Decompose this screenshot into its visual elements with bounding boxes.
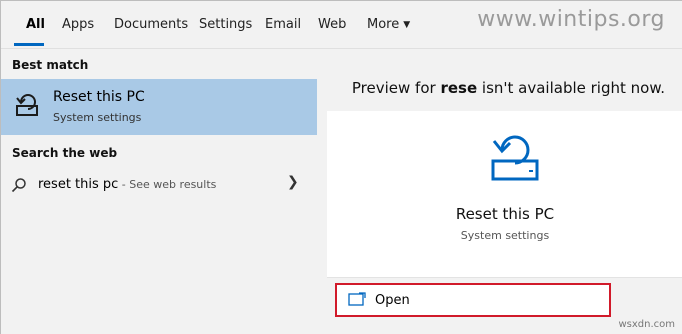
open-window-icon (348, 292, 366, 306)
preview-title: Reset this PC (455, 205, 555, 223)
tab-settings[interactable]: Settings (199, 17, 252, 32)
tab-documents[interactable]: Documents (114, 17, 188, 32)
tab-more[interactable]: More ▼ (367, 17, 410, 32)
preview-search-term: rese (440, 79, 478, 97)
preview-message-prefix: Preview for (351, 79, 441, 97)
preview-message: Preview for rese isn't available right n… (317, 79, 682, 97)
preview-subtitle: System settings (460, 229, 550, 242)
active-tab-indicator (14, 43, 44, 46)
divider (327, 277, 682, 278)
watermark-text: www.wintips.org (477, 7, 665, 32)
search-window: All Apps Documents Settings Email Web Mo… (0, 0, 682, 334)
tab-apps[interactable]: Apps (62, 17, 94, 32)
reset-pc-icon (16, 94, 38, 116)
search-web-heading: Search the web (12, 146, 118, 160)
tab-all[interactable]: All (26, 17, 45, 32)
results-pane: Best match Reset this PC System settings… (1, 49, 317, 334)
open-button[interactable]: Open (335, 283, 611, 317)
tab-email[interactable]: Email (265, 17, 301, 32)
web-result-item[interactable]: reset this pc - See web results ❯ (1, 169, 317, 201)
preview-message-suffix: isn't available right now. (477, 79, 665, 97)
preview-card: Reset this PC System settings (327, 111, 682, 277)
tab-web[interactable]: Web (318, 17, 346, 32)
best-match-heading: Best match (12, 58, 89, 72)
reset-pc-icon (491, 135, 539, 181)
best-match-result[interactable]: Reset this PC System settings (1, 79, 317, 135)
search-icon (11, 178, 26, 193)
web-hint: - See web results (118, 178, 217, 191)
chevron-down-icon: ▼ (403, 20, 411, 30)
search-tab-bar: All Apps Documents Settings Email Web Mo… (1, 1, 682, 49)
web-result-text: reset this pc - See web results (38, 177, 216, 192)
preview-pane: Preview for rese isn't available right n… (317, 49, 682, 334)
site-mark: wsxdn.com (618, 319, 675, 330)
best-match-title: Reset this PC (53, 89, 145, 105)
open-label: Open (375, 293, 410, 308)
web-query: reset this pc (38, 177, 119, 192)
tab-more-label: More (367, 17, 400, 32)
best-match-subtitle: System settings (53, 111, 142, 124)
chevron-right-icon[interactable]: ❯ (287, 174, 299, 190)
